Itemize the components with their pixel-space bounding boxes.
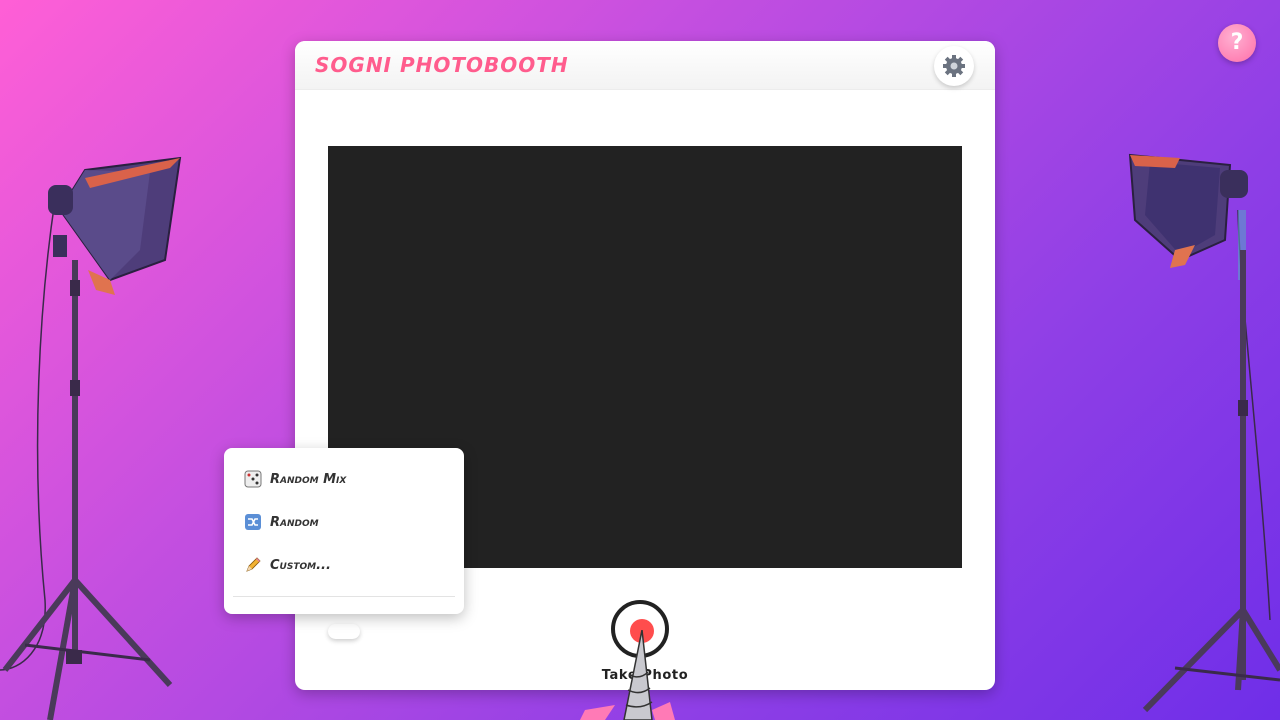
app-title: SOGNI PHOTOBOOTH bbox=[315, 53, 569, 77]
menu-item-custom[interactable]: Custom... bbox=[244, 552, 454, 578]
menu-item-random-mix[interactable]: Random Mix bbox=[244, 466, 454, 492]
style-dropdown-menu: Random Mix Random Custom... bbox=[224, 448, 464, 614]
gear-icon bbox=[943, 55, 965, 77]
app-header: SOGNI PHOTOBOOTH bbox=[295, 41, 995, 90]
shuffle-icon bbox=[245, 514, 261, 530]
menu-item-label: Random bbox=[270, 514, 319, 530]
dice-icon bbox=[244, 470, 262, 488]
menu-divider bbox=[233, 596, 455, 597]
unicorn-horn-cursor-icon bbox=[580, 630, 675, 720]
menu-item-random[interactable]: Random bbox=[244, 509, 454, 535]
settings-button[interactable] bbox=[934, 46, 974, 86]
toggle-pill-button[interactable] bbox=[328, 624, 360, 639]
pencil-icon bbox=[246, 557, 261, 572]
menu-item-label: Custom... bbox=[270, 557, 331, 573]
help-button[interactable]: ? bbox=[1218, 24, 1256, 62]
studio-light-right-icon bbox=[1128, 153, 1280, 713]
menu-item-label: Random Mix bbox=[270, 471, 347, 487]
studio-light-left-icon bbox=[0, 156, 182, 720]
